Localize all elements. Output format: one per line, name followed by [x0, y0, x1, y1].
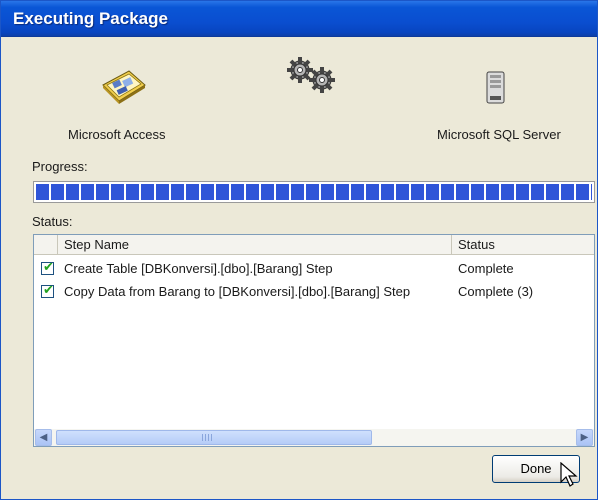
title-bar[interactable]: Executing Package	[1, 1, 597, 37]
status-table[interactable]: Step Name Status ✔ Create Table [DBKonve…	[33, 234, 595, 447]
horizontal-scrollbar[interactable]: ◀ ▶	[34, 429, 594, 446]
checkbox-column-header[interactable]	[34, 235, 58, 255]
step-status-cell: Complete	[458, 261, 514, 276]
sql-server-icon	[485, 71, 507, 108]
dialog-window: Executing Package Microsoft Access Micro…	[0, 0, 598, 500]
grip-icon	[202, 434, 212, 441]
scroll-right-button[interactable]: ▶	[576, 429, 593, 446]
scroll-thumb[interactable]	[56, 430, 372, 445]
step-status-cell: Complete (3)	[458, 284, 534, 299]
access-database-icon	[99, 67, 147, 108]
status-label: Status:	[32, 214, 73, 229]
checkmark-icon: ✔	[43, 259, 54, 274]
progress-fill	[36, 184, 592, 200]
window-title: Executing Package	[13, 9, 168, 28]
step-name-cell: Copy Data from Barang to [DBKonversi].[d…	[64, 284, 411, 299]
progress-label: Progress:	[32, 159, 88, 174]
gears-icon	[284, 56, 340, 97]
column-header-step-name[interactable]: Step Name	[58, 235, 452, 255]
source-label: Microsoft Access	[68, 127, 166, 142]
row-checkbox[interactable]: ✔	[41, 259, 54, 275]
row-checkbox[interactable]: ✔	[41, 282, 54, 298]
column-header-status[interactable]: Status	[452, 235, 594, 255]
step-name-cell: Create Table [DBKonversi].[dbo].[Barang]…	[64, 261, 333, 276]
table-row[interactable]: ✔ Create Table [DBKonversi].[dbo].[Baran…	[34, 258, 594, 281]
scroll-left-button[interactable]: ◀	[35, 429, 52, 446]
table-row[interactable]: ✔ Copy Data from Barang to [DBKonversi].…	[34, 281, 594, 304]
destination-label: Microsoft SQL Server	[437, 127, 561, 142]
mouse-cursor-icon	[560, 461, 578, 491]
checkmark-icon: ✔	[43, 282, 54, 297]
progress-bar	[33, 181, 595, 203]
table-header: Step Name Status	[34, 235, 594, 255]
